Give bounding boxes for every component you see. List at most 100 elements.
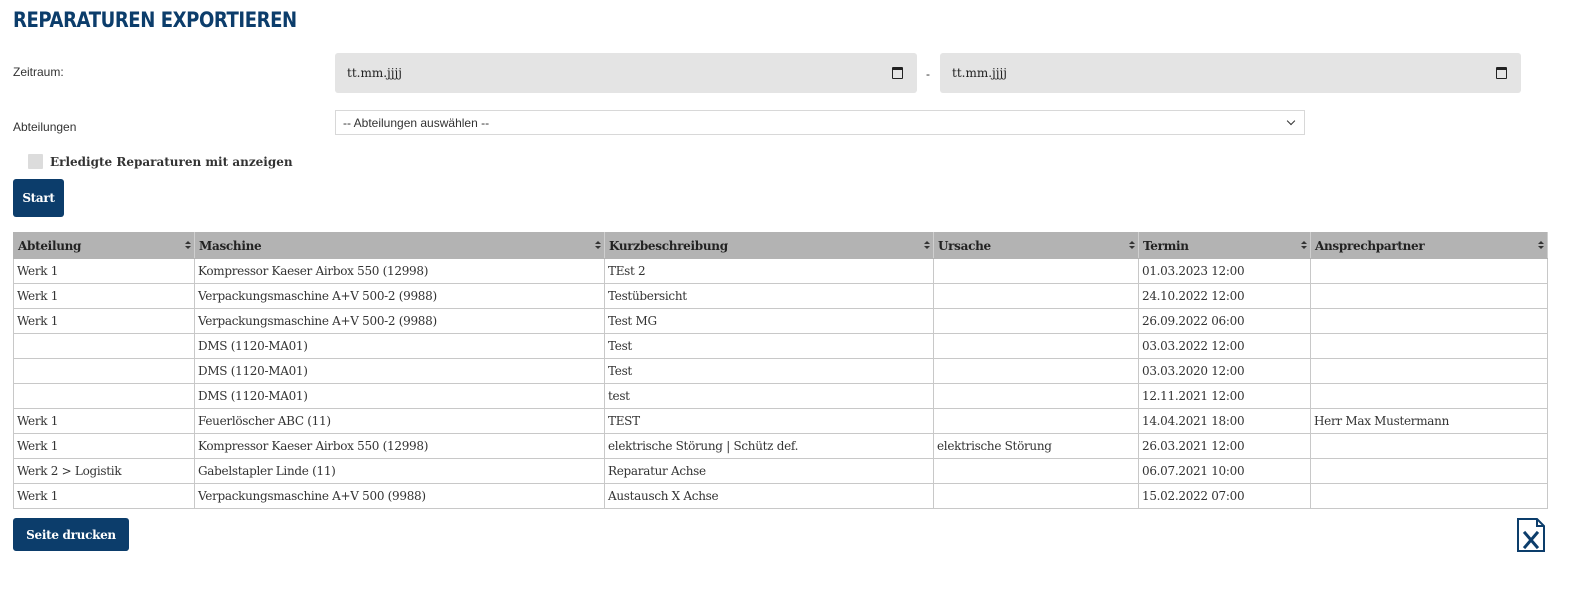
column-header-label: Termin [1143, 238, 1189, 253]
table-cell: Kompressor Kaeser Airbox 550 (12998) [194, 258, 605, 284]
excel-export-icon[interactable] [1516, 518, 1546, 552]
page-title: REPARATUREN EXPORTIEREN [13, 8, 297, 32]
table-cell [933, 258, 1139, 284]
table-cell [933, 358, 1139, 384]
abteilungen-select[interactable]: -- Abteilungen auswählen -- [335, 110, 1305, 135]
erledigte-checkbox[interactable] [28, 154, 43, 169]
table-cell [1310, 333, 1548, 359]
table-cell: Testübersicht [604, 283, 934, 309]
table-cell: elektrische Störung | Schütz def. [604, 433, 934, 459]
table-cell [13, 383, 195, 409]
table-cell: Test [604, 333, 934, 359]
table-cell: 26.03.2021 12:00 [1138, 433, 1311, 459]
repairs-table: Abteilung Maschine Kurzbeschreibung Ursache… [13, 232, 1548, 509]
chevron-down-icon [1286, 116, 1296, 126]
table-cell [1310, 383, 1548, 409]
table-cell: elektrische Störung [933, 433, 1139, 459]
date-to-input[interactable]: tt.mm.jjjj [940, 53, 1521, 93]
column-header-label: Ursache [938, 238, 991, 253]
table-cell: 12.11.2021 12:00 [1138, 383, 1311, 409]
table-cell [13, 358, 195, 384]
table-cell [1310, 283, 1548, 309]
table-cell: 06.07.2021 10:00 [1138, 458, 1311, 484]
date-from-input[interactable]: tt.mm.jjjj [335, 53, 917, 93]
table-cell [933, 483, 1139, 509]
th-ansprechpartner-header[interactable]: Ansprechpartner [1310, 232, 1548, 259]
table-cell: 03.03.2020 12:00 [1138, 358, 1311, 384]
table-cell: Werk 1 [13, 408, 195, 434]
column-header-label: Kurzbeschreibung [609, 238, 728, 253]
table-row: Werk 1 Feuerlöscher ABC (11) TEST 14.04.202… [13, 408, 1548, 434]
table-row: Werk 2 > Logistik Gabelstapler Linde (11)… [13, 458, 1548, 484]
abteilungen-label: Abteilungen [13, 120, 77, 134]
abteilungen-selected-value: -- Abteilungen auswählen -- [343, 115, 490, 130]
table-cell [933, 308, 1139, 334]
print-page-button[interactable]: Seite drucken [13, 518, 129, 551]
table-cell: Verpackungsmaschine A+V 500 (9988) [194, 483, 605, 509]
table-cell [1310, 358, 1548, 384]
table-cell [1310, 458, 1548, 484]
table-cell: Herr Max Mustermann [1310, 408, 1548, 434]
table-cell: 15.02.2022 07:00 [1138, 483, 1311, 509]
table-cell: Werk 1 [13, 258, 195, 284]
th-ursache-header[interactable]: Ursache [933, 232, 1139, 259]
table-cell: 03.03.2022 12:00 [1138, 333, 1311, 359]
table-cell: Verpackungsmaschine A+V 500-2 (9988) [194, 283, 605, 309]
date-separator: - [926, 67, 930, 81]
table-cell [1310, 483, 1548, 509]
table-cell: Verpackungsmaschine A+V 500-2 (9988) [194, 308, 605, 334]
table-cell [933, 408, 1139, 434]
table-cell [933, 458, 1139, 484]
table-cell: 14.04.2021 18:00 [1138, 408, 1311, 434]
table-cell: TEST [604, 408, 934, 434]
table-cell [933, 283, 1139, 309]
column-header-label: Abteilung [18, 238, 82, 253]
table-cell: Werk 1 [13, 283, 195, 309]
column-header-label: Maschine [199, 238, 262, 253]
th-abteilung-header[interactable]: Abteilung [13, 232, 195, 259]
zeitraum-label: Zeitraum: [13, 65, 64, 79]
table-header-row: Abteilung Maschine Kurzbeschreibung Ursache… [13, 232, 1548, 259]
table-cell: Werk 2 > Logistik [13, 458, 195, 484]
table-cell: DMS (1120-MA01) [194, 333, 605, 359]
table-cell: test [604, 383, 934, 409]
table-cell: Test [604, 358, 934, 384]
table-row: Werk 1 Kompressor Kaeser Airbox 550 (1299… [13, 433, 1548, 459]
th-termin-header[interactable]: Termin [1138, 232, 1311, 259]
table-cell: TEst 2 [604, 258, 934, 284]
table-cell: Werk 1 [13, 433, 195, 459]
start-button[interactable]: Start [13, 179, 64, 217]
table-row: DMS (1120-MA01) test 12.11.2021 12:00 [13, 383, 1548, 409]
table-row: DMS (1120-MA01) Test 03.03.2022 12:00 [13, 333, 1548, 359]
th-kurzbeschreibung-header[interactable]: Kurzbeschreibung [604, 232, 934, 259]
column-header-label: Ansprechpartner [1315, 238, 1425, 253]
table-cell [1310, 308, 1548, 334]
table-row: Werk 1 Verpackungsmaschine A+V 500 (9988)… [13, 483, 1548, 509]
table-row: DMS (1120-MA01) Test 03.03.2020 12:00 [13, 358, 1548, 384]
table-cell [933, 383, 1139, 409]
table-cell [1310, 258, 1548, 284]
table-cell: Austausch X Achse [604, 483, 934, 509]
table-cell: DMS (1120-MA01) [194, 358, 605, 384]
erledigte-checkbox-label[interactable]: Erledigte Reparaturen mit anzeigen [50, 155, 293, 169]
date-from-placeholder: tt.mm.jjjj [347, 66, 402, 80]
table-cell [13, 333, 195, 359]
calendar-icon[interactable] [1496, 67, 1507, 79]
table-row: Werk 1 Verpackungsmaschine A+V 500-2 (998… [13, 308, 1548, 334]
table-cell [1310, 433, 1548, 459]
table-cell: Test MG [604, 308, 934, 334]
table-cell: Feuerlöscher ABC (11) [194, 408, 605, 434]
table-row: Werk 1 Kompressor Kaeser Airbox 550 (1299… [13, 258, 1548, 284]
date-to-placeholder: tt.mm.jjjj [952, 66, 1007, 80]
table-cell: 26.09.2022 06:00 [1138, 308, 1311, 334]
th-maschine-header[interactable]: Maschine [194, 232, 605, 259]
table-cell: 24.10.2022 12:00 [1138, 283, 1311, 309]
table-row: Werk 1 Verpackungsmaschine A+V 500-2 (998… [13, 283, 1548, 309]
table-cell: Werk 1 [13, 483, 195, 509]
table-cell: Gabelstapler Linde (11) [194, 458, 605, 484]
calendar-icon[interactable] [892, 67, 903, 79]
table-cell: 01.03.2023 12:00 [1138, 258, 1311, 284]
table-cell: Reparatur Achse [604, 458, 934, 484]
table-cell: Kompressor Kaeser Airbox 550 (12998) [194, 433, 605, 459]
table-cell [933, 333, 1139, 359]
